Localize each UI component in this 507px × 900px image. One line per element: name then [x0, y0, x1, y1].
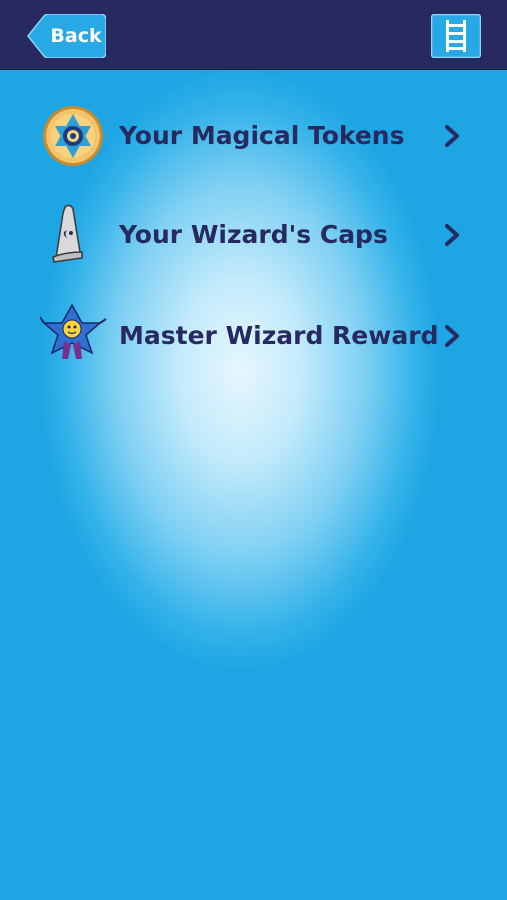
menu-item-label: Master Wizard Reward: [119, 321, 439, 350]
app-screen: Back Your Magical Tokens Your Wizard's C…: [0, 0, 507, 900]
chevron-right-icon: [445, 125, 459, 147]
chevron-right-icon: [445, 224, 459, 246]
ladder-menu-button[interactable]: [430, 13, 482, 59]
menu-item-label: Your Wizard's Caps: [119, 220, 388, 249]
wizard-cap-icon: [52, 204, 83, 263]
back-label: Back: [50, 25, 102, 47]
back-button[interactable]: Back: [26, 14, 106, 58]
menu-item-magical-tokens[interactable]: Your Magical Tokens: [0, 101, 507, 171]
menu-item-wizards-caps[interactable]: Your Wizard's Caps: [0, 200, 507, 270]
menu-item-label: Your Magical Tokens: [119, 121, 405, 150]
ladder-icon: [430, 13, 482, 59]
chevron-right-icon: [445, 325, 459, 347]
wizard-star-icon: [40, 303, 107, 359]
top-bar: Back: [0, 0, 507, 70]
menu-item-master-wizard-reward[interactable]: Master Wizard Reward: [0, 301, 507, 371]
token-icon: [43, 106, 103, 166]
